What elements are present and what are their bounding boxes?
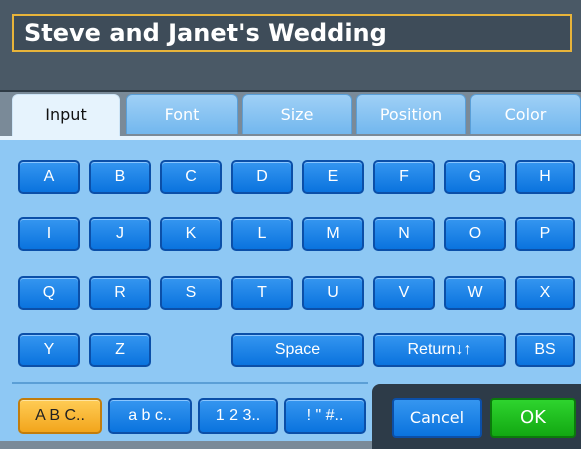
- key-s[interactable]: S: [160, 276, 222, 310]
- key-m[interactable]: M: [302, 217, 364, 251]
- key-y[interactable]: Y: [18, 333, 80, 367]
- mode-symbols-button[interactable]: ! " #..: [284, 398, 366, 434]
- key-h[interactable]: H: [515, 160, 575, 194]
- key-l[interactable]: L: [231, 217, 293, 251]
- key-a[interactable]: A: [18, 160, 80, 194]
- tab-bar: Input Font Size Position Color: [0, 92, 581, 138]
- action-area: Cancel OK: [372, 384, 581, 449]
- key-j[interactable]: J: [89, 217, 151, 251]
- header: Steve and Janet's Wedding: [0, 0, 581, 92]
- cancel-button[interactable]: Cancel: [392, 398, 482, 438]
- keyboard-panel: A B C D E F G H I J K L M N O P Q R S T …: [0, 136, 581, 449]
- key-n[interactable]: N: [373, 217, 435, 251]
- key-p[interactable]: P: [515, 217, 575, 251]
- title-input[interactable]: Steve and Janet's Wedding: [12, 14, 572, 52]
- key-o[interactable]: O: [444, 217, 506, 251]
- key-b[interactable]: B: [89, 160, 151, 194]
- key-g[interactable]: G: [444, 160, 506, 194]
- tab-input[interactable]: Input: [12, 94, 120, 138]
- tab-size[interactable]: Size: [242, 94, 352, 134]
- key-t[interactable]: T: [231, 276, 293, 310]
- key-z[interactable]: Z: [89, 333, 151, 367]
- return-key[interactable]: Return↓↑: [373, 333, 506, 367]
- tab-position[interactable]: Position: [356, 94, 466, 134]
- space-key[interactable]: Space: [231, 333, 364, 367]
- key-i[interactable]: I: [18, 217, 80, 251]
- mode-divider: [12, 382, 368, 384]
- key-r[interactable]: R: [89, 276, 151, 310]
- tab-font[interactable]: Font: [126, 94, 238, 134]
- mode-lowercase-button[interactable]: a b c..: [108, 398, 192, 434]
- backspace-key[interactable]: BS: [515, 333, 575, 367]
- ok-button[interactable]: OK: [490, 398, 576, 438]
- key-v[interactable]: V: [373, 276, 435, 310]
- tab-color[interactable]: Color: [470, 94, 581, 134]
- key-w[interactable]: W: [444, 276, 506, 310]
- mode-numbers-button[interactable]: 1 2 3..: [198, 398, 278, 434]
- key-x[interactable]: X: [515, 276, 575, 310]
- key-e[interactable]: E: [302, 160, 364, 194]
- mode-uppercase-button[interactable]: A B C..: [18, 398, 102, 434]
- key-k[interactable]: K: [160, 217, 222, 251]
- key-d[interactable]: D: [231, 160, 293, 194]
- key-c[interactable]: C: [160, 160, 222, 194]
- key-q[interactable]: Q: [18, 276, 80, 310]
- key-u[interactable]: U: [302, 276, 364, 310]
- key-f[interactable]: F: [373, 160, 435, 194]
